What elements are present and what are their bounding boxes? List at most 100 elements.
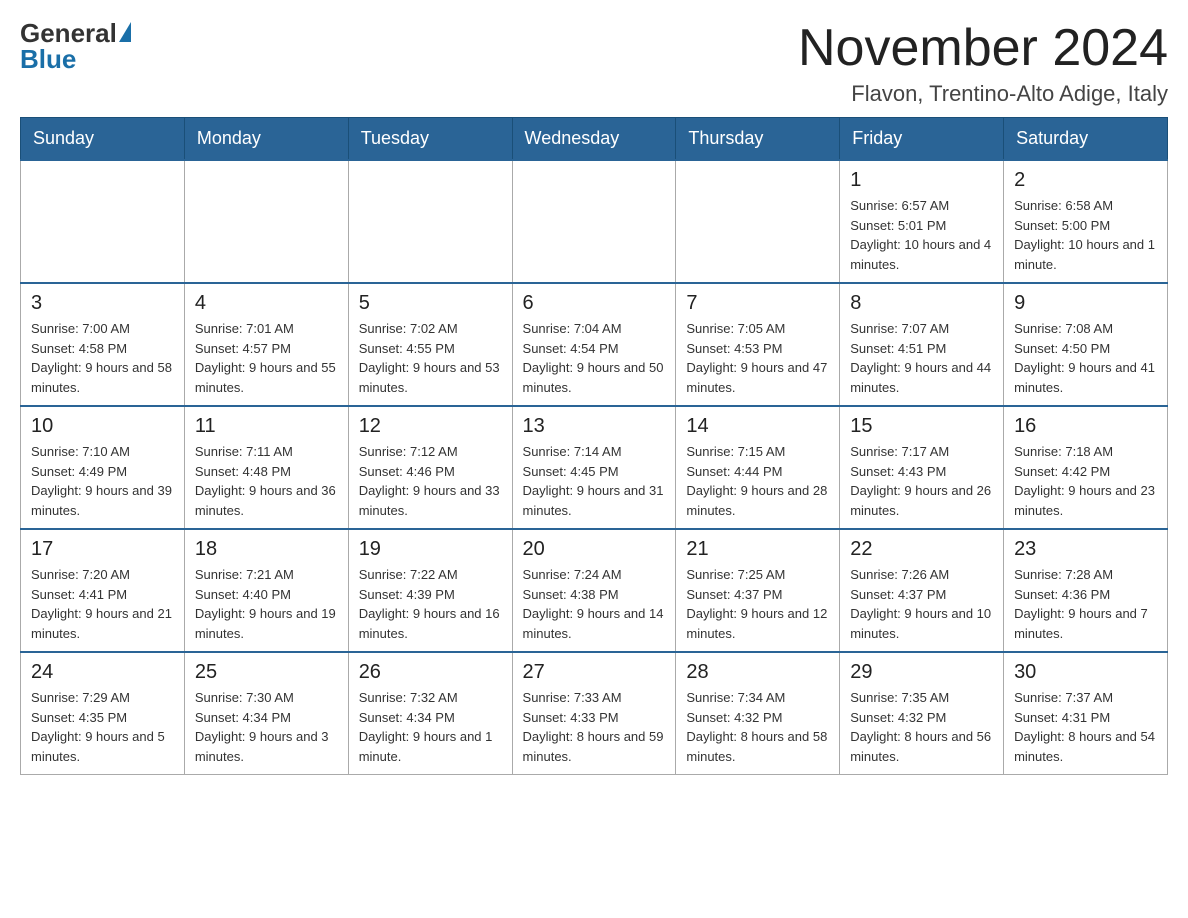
day-info: Sunrise: 7:24 AM Sunset: 4:38 PM Dayligh… [523,565,666,643]
calendar-cell: 26 Sunrise: 7:32 AM Sunset: 4:34 PM Dayli… [348,652,512,775]
day-info: Sunrise: 7:18 AM Sunset: 4:42 PM Dayligh… [1014,442,1157,520]
day-info: Sunrise: 7:02 AM Sunset: 4:55 PM Dayligh… [359,319,502,397]
day-info: Sunrise: 6:57 AM Sunset: 5:01 PM Dayligh… [850,196,993,274]
day-info: Sunrise: 7:12 AM Sunset: 4:46 PM Dayligh… [359,442,502,520]
day-info: Sunrise: 7:25 AM Sunset: 4:37 PM Dayligh… [686,565,829,643]
calendar-cell: 7 Sunrise: 7:05 AM Sunset: 4:53 PM Daylig… [676,283,840,406]
calendar-cell [21,160,185,283]
day-number: 22 [850,538,993,561]
day-number: 19 [359,538,502,561]
day-info: Sunrise: 7:20 AM Sunset: 4:41 PM Dayligh… [31,565,174,643]
calendar-cell: 19 Sunrise: 7:22 AM Sunset: 4:39 PM Dayli… [348,529,512,652]
calendar-cell: 10Sunrise: 7:10 AM Sunset: 4:49 PM Dayli… [21,406,185,529]
day-info: Sunrise: 7:05 AM Sunset: 4:53 PM Dayligh… [686,319,829,397]
calendar-week-row: 10Sunrise: 7:10 AM Sunset: 4:49 PM Dayli… [21,406,1168,529]
calendar-table: SundayMondayTuesdayWednesdayThursdayFrid… [20,117,1168,775]
weekday-header-thursday: Thursday [676,118,840,161]
day-number: 23 [1014,538,1157,561]
day-info: Sunrise: 7:29 AM Sunset: 4:35 PM Dayligh… [31,688,174,766]
day-info: Sunrise: 7:30 AM Sunset: 4:34 PM Dayligh… [195,688,338,766]
day-number: 3 [31,292,174,315]
day-info: Sunrise: 7:10 AM Sunset: 4:49 PM Dayligh… [31,442,174,520]
day-number: 12 [359,415,502,438]
day-info: Sunrise: 7:04 AM Sunset: 4:54 PM Dayligh… [523,319,666,397]
weekday-header-wednesday: Wednesday [512,118,676,161]
day-number: 1 [850,169,993,192]
calendar-cell: 27Sunrise: 7:33 AM Sunset: 4:33 PM Dayli… [512,652,676,775]
calendar-cell: 18 Sunrise: 7:21 AM Sunset: 4:40 PM Dayli… [184,529,348,652]
calendar-cell: 24 Sunrise: 7:29 AM Sunset: 4:35 PM Dayli… [21,652,185,775]
day-info: Sunrise: 7:34 AM Sunset: 4:32 PM Dayligh… [686,688,829,766]
logo-general-text: General [20,20,117,46]
day-number: 25 [195,661,338,684]
calendar-cell: 2 Sunrise: 6:58 AM Sunset: 5:00 PM Daylig… [1004,160,1168,283]
day-number: 6 [523,292,666,315]
calendar-cell [676,160,840,283]
calendar-cell: 14Sunrise: 7:15 AM Sunset: 4:44 PM Dayli… [676,406,840,529]
calendar-cell: 30 Sunrise: 7:37 AM Sunset: 4:31 PM Dayli… [1004,652,1168,775]
day-number: 5 [359,292,502,315]
day-number: 14 [686,415,829,438]
calendar-cell: 6 Sunrise: 7:04 AM Sunset: 4:54 PM Daylig… [512,283,676,406]
calendar-cell [348,160,512,283]
logo: General Blue [20,20,131,73]
day-number: 20 [523,538,666,561]
day-number: 11 [195,415,338,438]
calendar-cell: 11 Sunrise: 7:11 AM Sunset: 4:48 PM Dayli… [184,406,348,529]
day-info: Sunrise: 7:01 AM Sunset: 4:57 PM Dayligh… [195,319,338,397]
calendar-cell: 3 Sunrise: 7:00 AM Sunset: 4:58 PM Daylig… [21,283,185,406]
day-info: Sunrise: 7:14 AM Sunset: 4:45 PM Dayligh… [523,442,666,520]
day-number: 30 [1014,661,1157,684]
day-number: 13 [523,415,666,438]
weekday-header-tuesday: Tuesday [348,118,512,161]
calendar-cell: 23 Sunrise: 7:28 AM Sunset: 4:36 PM Dayli… [1004,529,1168,652]
day-number: 7 [686,292,829,315]
calendar-week-row: 17Sunrise: 7:20 AM Sunset: 4:41 PM Dayli… [21,529,1168,652]
calendar-header-row: SundayMondayTuesdayWednesdayThursdayFrid… [21,118,1168,161]
day-number: 4 [195,292,338,315]
day-info: Sunrise: 7:37 AM Sunset: 4:31 PM Dayligh… [1014,688,1157,766]
day-info: Sunrise: 7:28 AM Sunset: 4:36 PM Dayligh… [1014,565,1157,643]
day-number: 24 [31,661,174,684]
calendar-cell: 12 Sunrise: 7:12 AM Sunset: 4:46 PM Dayli… [348,406,512,529]
calendar-cell: 5 Sunrise: 7:02 AM Sunset: 4:55 PM Daylig… [348,283,512,406]
day-number: 26 [359,661,502,684]
calendar-week-row: 1 Sunrise: 6:57 AM Sunset: 5:01 PM Daylig… [21,160,1168,283]
day-info: Sunrise: 7:32 AM Sunset: 4:34 PM Dayligh… [359,688,502,766]
day-info: Sunrise: 7:07 AM Sunset: 4:51 PM Dayligh… [850,319,993,397]
calendar-cell: 4 Sunrise: 7:01 AM Sunset: 4:57 PM Daylig… [184,283,348,406]
day-number: 15 [850,415,993,438]
month-title: November 2024 [798,20,1168,77]
calendar-cell: 25 Sunrise: 7:30 AM Sunset: 4:34 PM Dayli… [184,652,348,775]
calendar-week-row: 24 Sunrise: 7:29 AM Sunset: 4:35 PM Dayli… [21,652,1168,775]
day-info: Sunrise: 7:00 AM Sunset: 4:58 PM Dayligh… [31,319,174,397]
calendar-cell: 20 Sunrise: 7:24 AM Sunset: 4:38 PM Dayli… [512,529,676,652]
calendar-week-row: 3 Sunrise: 7:00 AM Sunset: 4:58 PM Daylig… [21,283,1168,406]
day-number: 9 [1014,292,1157,315]
calendar-cell [512,160,676,283]
title-section: November 2024 Flavon, Trentino-Alto Adig… [798,20,1168,107]
location-title: Flavon, Trentino-Alto Adige, Italy [798,81,1168,107]
day-info: Sunrise: 7:26 AM Sunset: 4:37 PM Dayligh… [850,565,993,643]
calendar-cell: 9 Sunrise: 7:08 AM Sunset: 4:50 PM Daylig… [1004,283,1168,406]
calendar-cell: 29Sunrise: 7:35 AM Sunset: 4:32 PM Dayli… [840,652,1004,775]
day-info: Sunrise: 7:35 AM Sunset: 4:32 PM Dayligh… [850,688,993,766]
day-info: Sunrise: 7:22 AM Sunset: 4:39 PM Dayligh… [359,565,502,643]
day-number: 2 [1014,169,1157,192]
calendar-cell: 17Sunrise: 7:20 AM Sunset: 4:41 PM Dayli… [21,529,185,652]
day-info: Sunrise: 7:17 AM Sunset: 4:43 PM Dayligh… [850,442,993,520]
page-header: General Blue November 2024 Flavon, Trent… [20,20,1168,107]
weekday-header-saturday: Saturday [1004,118,1168,161]
day-number: 21 [686,538,829,561]
day-number: 18 [195,538,338,561]
day-info: Sunrise: 7:11 AM Sunset: 4:48 PM Dayligh… [195,442,338,520]
day-info: Sunrise: 7:21 AM Sunset: 4:40 PM Dayligh… [195,565,338,643]
day-info: Sunrise: 7:08 AM Sunset: 4:50 PM Dayligh… [1014,319,1157,397]
day-info: Sunrise: 7:33 AM Sunset: 4:33 PM Dayligh… [523,688,666,766]
day-number: 28 [686,661,829,684]
calendar-cell: 1 Sunrise: 6:57 AM Sunset: 5:01 PM Daylig… [840,160,1004,283]
calendar-cell: 15 Sunrise: 7:17 AM Sunset: 4:43 PM Dayli… [840,406,1004,529]
logo-blue-text: Blue [20,44,76,74]
day-info: Sunrise: 6:58 AM Sunset: 5:00 PM Dayligh… [1014,196,1157,274]
weekday-header-sunday: Sunday [21,118,185,161]
